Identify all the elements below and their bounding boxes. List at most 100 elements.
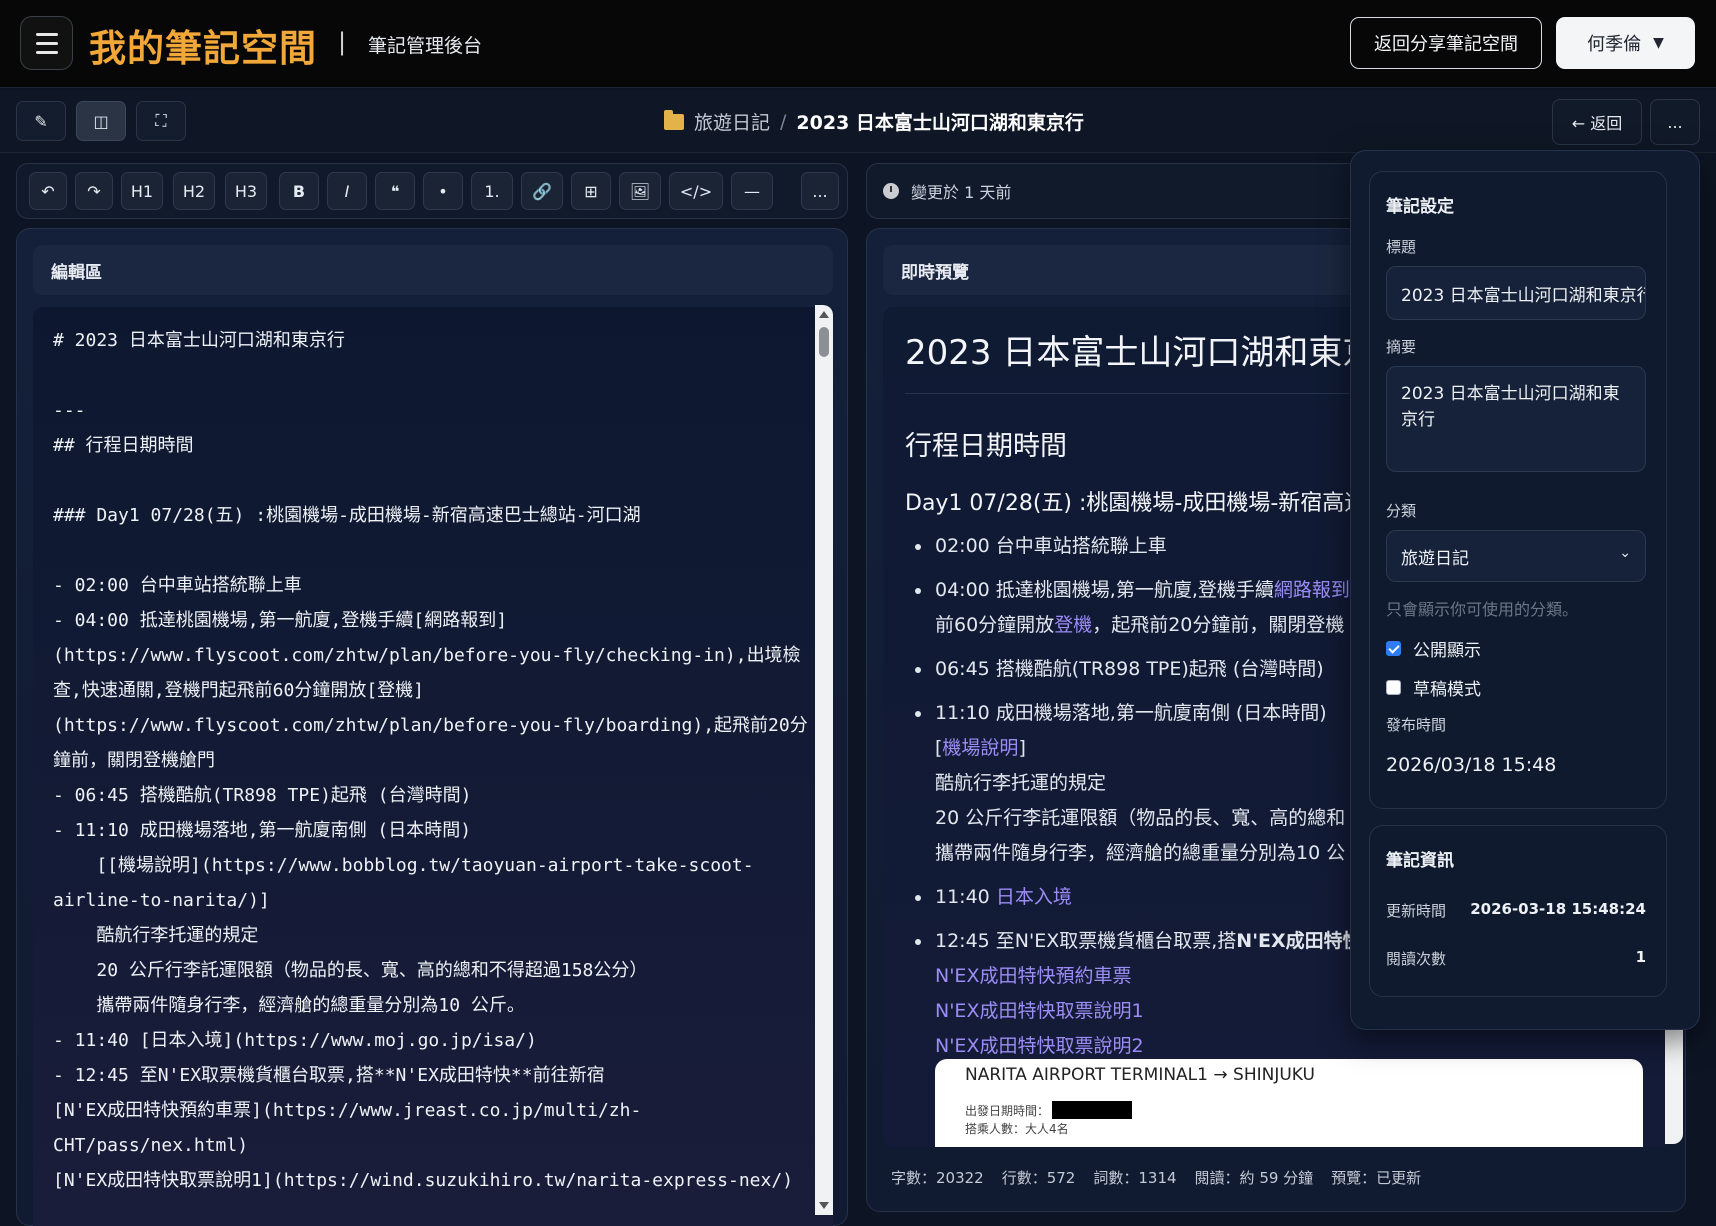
- bold-text: N'EX成田特快: [1236, 930, 1362, 952]
- note-settings-title: 筆記設定: [1386, 197, 1454, 217]
- more-options-button[interactable]: ...: [1650, 99, 1700, 145]
- editor-panel-title: 編輯區: [33, 245, 833, 295]
- undo-button[interactable]: ↶: [29, 172, 67, 210]
- bullet-list-button[interactable]: •: [423, 172, 463, 210]
- chevron-down-icon: ⌄: [1619, 545, 1631, 561]
- horizontal-rule-icon: —: [744, 181, 760, 201]
- caret-down-icon: ▼: [1653, 35, 1664, 51]
- h3-button[interactable]: H3: [225, 172, 267, 210]
- stats-bar: 字數：20322 行數：572 詞數：1314 閱讀：約 59 分鐘 預覽：已更…: [883, 1159, 1671, 1195]
- ticket-date-label: 出發日期時間：: [965, 1104, 1050, 1118]
- scroll-down-arrow-icon[interactable]: [819, 1202, 829, 1209]
- scroll-up-arrow-icon[interactable]: [819, 311, 829, 318]
- list-item-text: 20 公斤行李託運限額（物品的長、寬、高的總和: [935, 807, 1346, 829]
- brand-title[interactable]: 我的筆記空間: [89, 18, 317, 72]
- preview-h1: 2023 日本富士山河口湖和東京: [905, 333, 1377, 373]
- ordered-list-button[interactable]: 1.: [471, 172, 513, 210]
- airport-guide-link[interactable]: 機場說明: [942, 737, 1018, 759]
- note-settings-card: 筆記設定 標題 2023 日本富士山河口湖和東京行 摘要 2023 日本富士山河…: [1369, 171, 1667, 809]
- markdown-content[interactable]: # 2023 日本富士山河口湖和東京行 --- ## 行程日期時間 ### Da…: [53, 323, 813, 1198]
- back-to-share-button[interactable]: 返回分享筆記空間: [1350, 17, 1542, 69]
- fullscreen-icon: ⛶: [155, 111, 167, 130]
- note-info-card: 筆記資訊 更新時間 2026-03-18 15:48:24 閱讀次數 1: [1369, 825, 1667, 997]
- breadcrumb: 旅遊日記 / 2023 日本富士山河口湖和東京行: [664, 108, 1084, 135]
- nex-ticket-guide-link-2[interactable]: N'EX成田特快取票說明2: [935, 1035, 1144, 1057]
- code-button[interactable]: </>: [669, 172, 723, 210]
- pen-mode-button[interactable]: ✎: [16, 101, 66, 141]
- horizontal-rule-button[interactable]: —: [731, 172, 773, 210]
- word-count: 詞數：1314: [1093, 1168, 1177, 1187]
- h1-button[interactable]: H1: [121, 172, 163, 210]
- immigration-link[interactable]: 日本入境: [996, 886, 1072, 908]
- list-item-text: 04:00 抵達桃園機場,第一航廈,登機手續: [935, 579, 1274, 601]
- list-item-text: 12:45 至N'EX取票機貨櫃台取票,搭: [935, 930, 1237, 952]
- list-item-text: 攜帶兩件隨身行李，經濟艙的總重量分別為10 公: [935, 842, 1346, 864]
- draft-checkbox[interactable]: [1386, 680, 1401, 695]
- breadcrumb-category[interactable]: 旅遊日記: [694, 108, 770, 135]
- list-item-text: 11:10 成田機場落地,第一航廈南側 (日本時間): [935, 702, 1327, 724]
- code-icon: </>: [679, 181, 713, 201]
- menu-icon-line: [35, 50, 58, 54]
- public-checkbox[interactable]: [1386, 641, 1401, 656]
- title-input[interactable]: 2023 日本富士山河口湖和東京行: [1386, 266, 1646, 320]
- read-count-label: 閱讀次數: [1386, 950, 1447, 968]
- preview-h3: Day1 07/28(五) :桃園機場-成田機場-新宿高速: [905, 491, 1367, 516]
- user-menu-button[interactable]: 何季倫 ▼: [1556, 17, 1695, 69]
- ticket-route: NARITA AIRPORT TERMINAL1 → SHINJUKU: [965, 1065, 1315, 1085]
- list-item-text: 06:45 搭機酷航(TR898 TPE)起飛 (台灣時間): [935, 658, 1324, 680]
- preview-h2: 行程日期時間: [905, 431, 1067, 462]
- updated-time-value: 2026-03-18 15:48:24: [1470, 900, 1646, 918]
- bullet-list-icon: •: [438, 181, 448, 201]
- checkin-link[interactable]: 網路報到: [1274, 579, 1350, 601]
- image-button[interactable]: 🖼: [619, 172, 661, 210]
- redo-button[interactable]: ↷: [75, 172, 113, 210]
- split-view-icon: ◫: [93, 111, 109, 131]
- publish-time-value[interactable]: 2026/03/18 15:48: [1386, 754, 1556, 776]
- category-selected: 旅遊日記: [1401, 548, 1469, 569]
- return-button[interactable]: ← 返回: [1552, 99, 1642, 145]
- public-toggle[interactable]: 公開顯示: [1386, 636, 1481, 661]
- folder-icon: [664, 109, 684, 130]
- last-changed-text: 變更於 1 天前: [911, 183, 1012, 202]
- summary-label: 摘要: [1386, 338, 1417, 356]
- h2-button[interactable]: H2: [173, 172, 215, 210]
- editor-panel: 編輯區 # 2023 日本富士山河口湖和東京行 --- ## 行程日期時間 ##…: [16, 228, 848, 1226]
- table-icon: ⊞: [584, 181, 598, 201]
- public-label: 公開顯示: [1413, 641, 1481, 661]
- image-icon: 🖼: [629, 181, 651, 201]
- pen-icon: ✎: [34, 111, 48, 131]
- category-select[interactable]: 旅遊日記 ⌄: [1386, 530, 1646, 582]
- read-count-row: 閱讀次數 1: [1386, 948, 1646, 969]
- nex-ticket-guide-link-1[interactable]: N'EX成田特快取票說明1: [935, 1000, 1144, 1022]
- menu-icon: [35, 32, 58, 36]
- quote-button[interactable]: ❝: [375, 172, 415, 210]
- scroll-thumb[interactable]: [819, 327, 829, 357]
- split-mode-button[interactable]: ◫: [76, 101, 126, 141]
- boarding-link[interactable]: 登機: [1054, 614, 1092, 636]
- read-count-value: 1: [1635, 948, 1646, 966]
- redacted-block: [1052, 1101, 1132, 1119]
- brand-separator: |: [338, 28, 347, 56]
- toolbar-more-button[interactable]: ...: [801, 172, 839, 210]
- clock-icon: [883, 183, 899, 199]
- category-hint: 只會顯示你可使用的分類。: [1386, 600, 1579, 619]
- markdown-editor[interactable]: # 2023 日本富士山河口湖和東京行 --- ## 行程日期時間 ### Da…: [33, 307, 833, 1226]
- redo-icon: ↷: [87, 181, 101, 201]
- bold-button[interactable]: B: [279, 172, 319, 210]
- summary-textarea[interactable]: 2023 日本富士山河口湖和東京行: [1386, 366, 1646, 472]
- nex-reservation-link[interactable]: N'EX成田特快預約車票: [935, 965, 1131, 987]
- fullscreen-button[interactable]: ⛶: [136, 101, 186, 141]
- link-button[interactable]: 🔗: [521, 172, 563, 210]
- list-item-text: 02:00 台中車站搭統聯上車: [935, 535, 1167, 557]
- italic-button[interactable]: I: [327, 172, 367, 210]
- link-icon: 🔗: [532, 181, 552, 201]
- draft-toggle[interactable]: 草稿模式: [1386, 675, 1481, 700]
- undo-icon: ↶: [41, 181, 55, 201]
- menu-button[interactable]: [20, 16, 73, 70]
- editor-scrollbar[interactable]: [815, 305, 833, 1215]
- table-button[interactable]: ⊞: [571, 172, 611, 210]
- list-item-text: 前60分鐘開放: [935, 614, 1055, 636]
- preview-status: 預覽：已更新: [1331, 1168, 1422, 1187]
- quote-icon: ❝: [390, 181, 400, 201]
- title-label: 標題: [1386, 238, 1417, 256]
